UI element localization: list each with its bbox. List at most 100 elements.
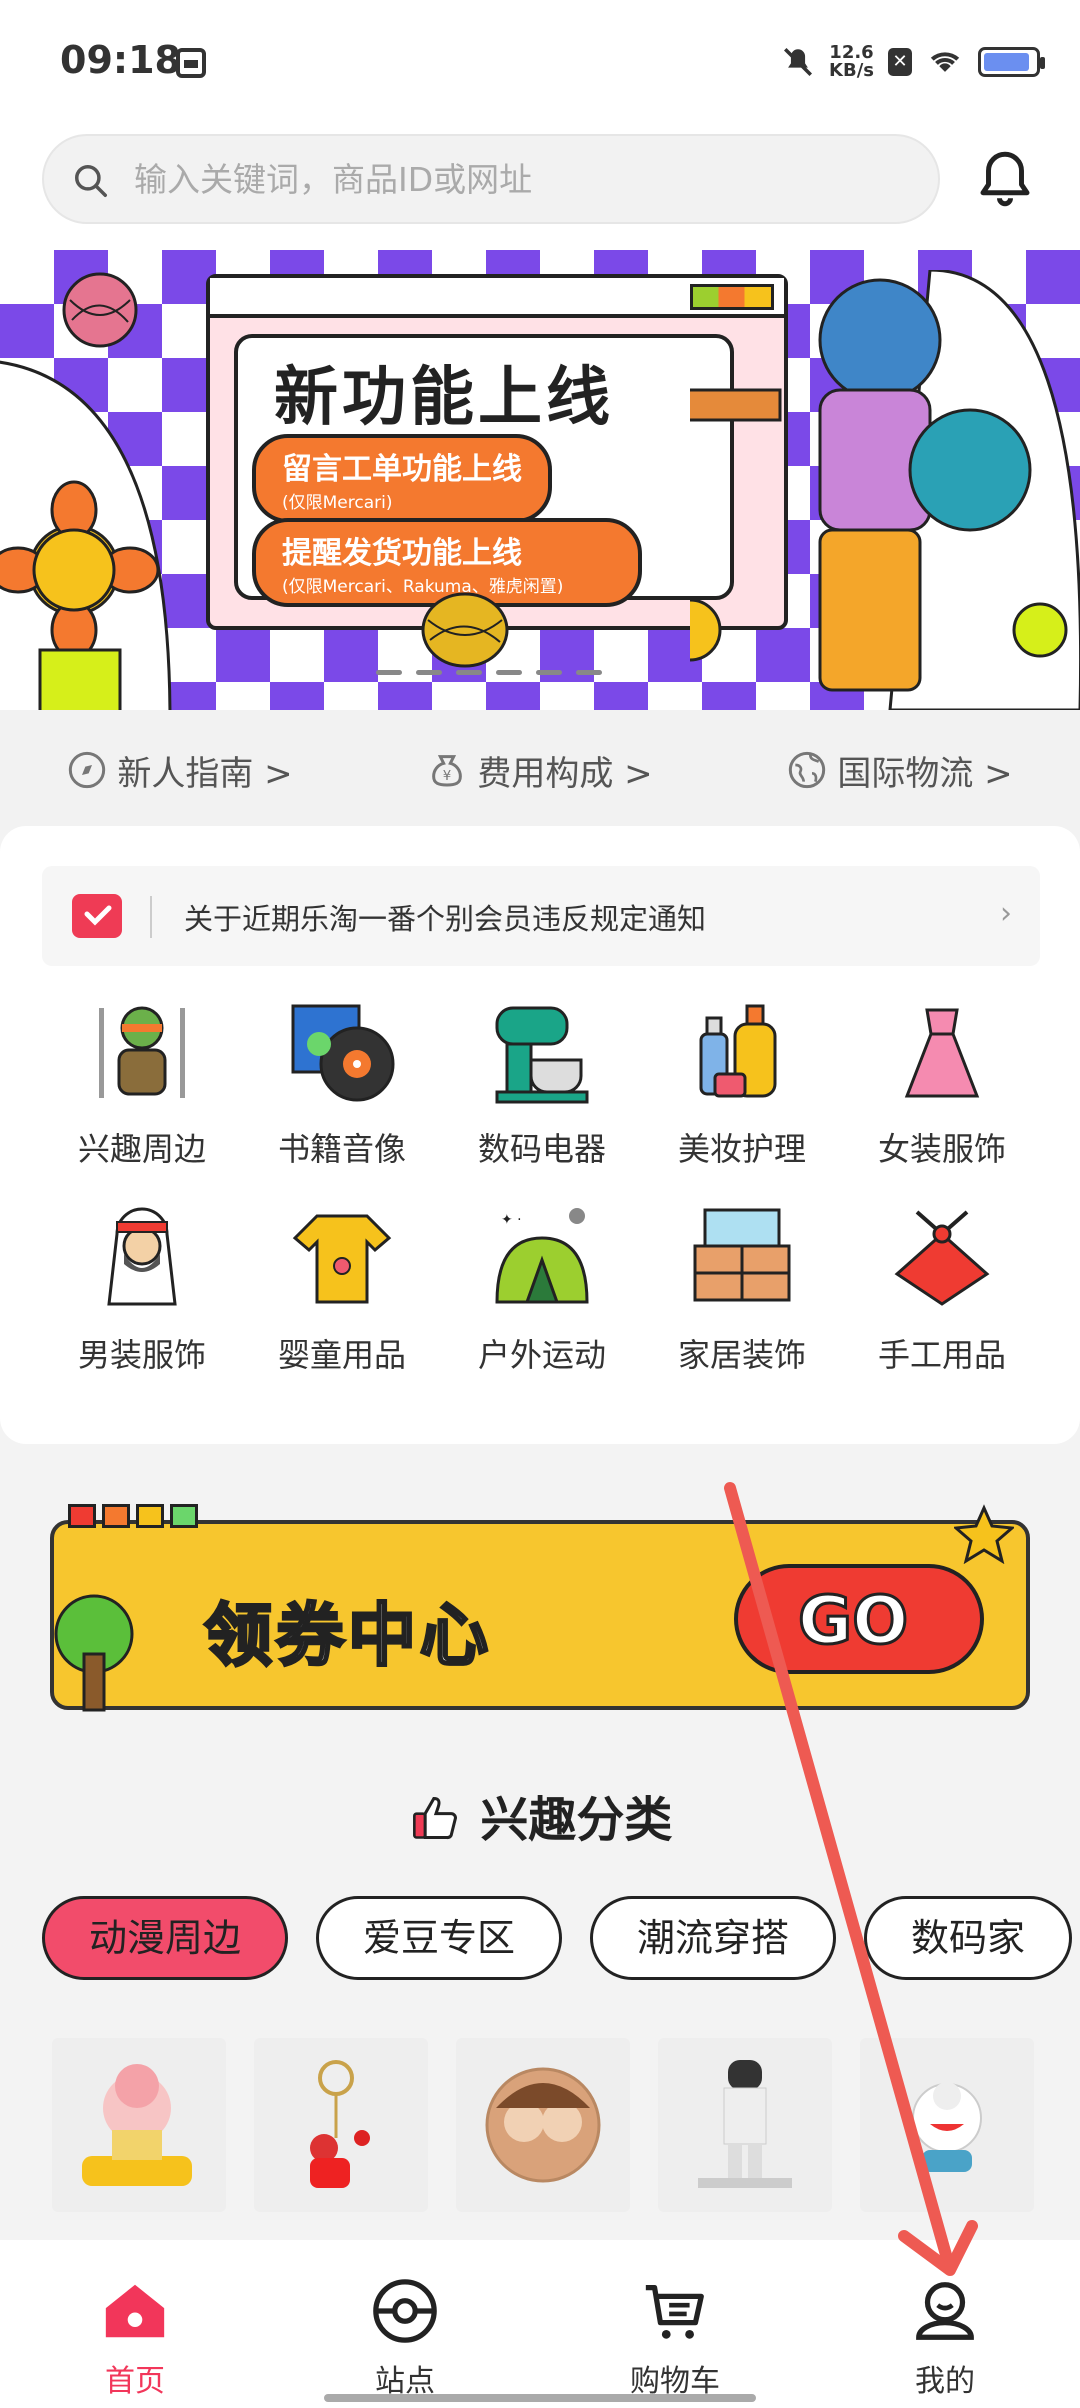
dresser-icon	[693, 1208, 791, 1302]
acrylic-stand-image	[698, 2060, 792, 2188]
pixel-blocks-decoration	[68, 1504, 198, 1528]
pagination-dot[interactable]	[456, 670, 482, 675]
coupon-go-label: GO	[796, 1581, 909, 1661]
mixer-icon	[495, 1006, 589, 1104]
yarn-ball-icon	[62, 272, 138, 348]
category-label: 兴趣周边	[77, 1130, 206, 1168]
no-sim-icon: ✕	[888, 48, 912, 76]
category-label: 手工用品	[877, 1336, 1006, 1374]
category-item[interactable]: ✦ · 户外运动	[442, 1204, 642, 1376]
notification-bell-icon[interactable]	[972, 144, 1038, 214]
profile-icon	[916, 2282, 974, 2340]
coupon-title: 领券中心	[202, 1596, 493, 1678]
cosmetics-icon	[699, 1004, 777, 1098]
quick-link-fees[interactable]: ¥ 费用构成 >	[427, 746, 653, 795]
figure-icon	[99, 1006, 185, 1098]
network-speed: 12.6 KB/s	[829, 44, 874, 80]
tab-mine[interactable]: 我的	[845, 2240, 1045, 2408]
category-label: 户外运动	[477, 1336, 606, 1374]
pokeball-icon	[373, 2279, 437, 2343]
pagination-dot[interactable]	[376, 670, 402, 675]
interest-title-text: 兴趣分类	[480, 1792, 673, 1848]
search-icon	[75, 165, 107, 197]
home-indicator[interactable]	[324, 2394, 756, 2402]
badge-image	[485, 2067, 601, 2183]
category-label: 婴童用品	[277, 1336, 406, 1374]
money-bag-icon: ¥	[432, 755, 463, 787]
tree-icon	[54, 1594, 134, 1712]
character-doll-image	[912, 2082, 982, 2172]
banner-pill-1: 留言工单功能上线 (仅限Mercari)	[252, 434, 552, 523]
chip-digital[interactable]: 数码家	[864, 1896, 1073, 1980]
search-input[interactable]	[134, 136, 914, 222]
compass-icon	[69, 751, 106, 789]
figurine-image	[82, 2064, 192, 2186]
category-label: 书籍音像	[277, 1130, 406, 1168]
flower-illustration	[0, 360, 172, 710]
tent-icon: ✦ ·	[495, 1208, 589, 1304]
product-thumbnail[interactable]	[52, 2038, 226, 2212]
category-item[interactable]: 婴童用品	[242, 1204, 442, 1376]
quick-link-logistics[interactable]: 国际物流 >	[787, 746, 1013, 795]
notice-icon	[72, 894, 122, 938]
thumbs-up-icon	[412, 1796, 457, 1840]
net-speed-unit: KB/s	[829, 60, 874, 81]
promo-banner[interactable]: 新功能上线 留言工单功能上线 (仅限Mercari) 提醒发货功能上线 (仅限M…	[0, 250, 1080, 710]
product-thumbnail[interactable]	[860, 2038, 1034, 2212]
category-item[interactable]: 家居装饰	[642, 1204, 842, 1376]
category-item[interactable]: 兴趣周边	[42, 998, 242, 1170]
baby-clothes-icon	[292, 1214, 392, 1304]
tab-home-label: 首页	[105, 2364, 165, 2399]
product-thumbnail[interactable]	[658, 2038, 832, 2212]
category-item[interactable]: 手工用品	[842, 1204, 1042, 1376]
record-icon	[291, 1004, 395, 1102]
category-label: 男装服饰	[77, 1336, 206, 1374]
banner-pill-1-note: (仅限Mercari)	[282, 493, 393, 513]
chip-idol[interactable]: 爱豆专区	[316, 1896, 563, 1980]
chevron-right-icon: ›	[1000, 896, 1012, 931]
status-bar: 09:18 12.6 KB/s ✕	[0, 0, 1080, 126]
star-icon	[954, 1504, 1014, 1564]
tab-home[interactable]: 首页	[35, 2240, 235, 2408]
svg-text:✦ ·: ✦ ·	[501, 1212, 522, 1228]
globe-icon	[789, 751, 826, 789]
cart-icon	[645, 2285, 704, 2339]
category-label: 美妆护理	[677, 1130, 806, 1168]
chip-fashion[interactable]: 潮流穿搭	[590, 1896, 837, 1980]
category-item[interactable]: 男装服饰	[42, 1204, 242, 1376]
banner-title: 新功能上线	[274, 361, 614, 435]
notice-bar[interactable]: 关于近期乐淘一番个别会员违反规定通知 ›	[42, 866, 1040, 966]
bottom-tab-bar: 首页 站点 购物车 我的	[0, 2240, 1080, 2408]
banner-pill-1-text: 留言工单功能上线	[282, 452, 522, 487]
battery-icon	[978, 47, 1045, 77]
coupon-center-banner[interactable]: 领券中心 GO	[50, 1504, 1030, 1712]
quick-link-guide[interactable]: 新人指南 >	[67, 746, 293, 795]
notice-text: 关于近期乐淘一番个别会员违反规定通知	[184, 902, 707, 936]
yarn-ball-icon-2	[421, 592, 509, 668]
category-item[interactable]: 书籍音像	[242, 998, 442, 1170]
coupon-go-button[interactable]: GO	[734, 1564, 984, 1674]
quick-links: 新人指南 > ¥ 费用构成 > 国际物流 >	[0, 710, 1080, 830]
tab-site[interactable]: 站点	[305, 2240, 505, 2408]
header	[0, 126, 1080, 250]
pagination-dot[interactable]	[416, 670, 442, 675]
pagination-dot[interactable]	[536, 670, 562, 675]
search-bar[interactable]	[42, 134, 940, 224]
man-icon	[107, 1207, 177, 1306]
category-label: 女装服饰	[877, 1130, 1006, 1168]
chip-anime[interactable]: 动漫周边	[42, 1896, 289, 1980]
pagination-dot[interactable]	[496, 670, 522, 675]
wifi-icon	[930, 52, 960, 72]
tab-cart[interactable]: 购物车	[575, 2240, 775, 2408]
category-grid: 兴趣周边 书籍音像 数码电器 美妆护理 女装服饰 男装服饰 婴童用品 ✦ · 户	[42, 998, 1042, 1376]
category-item[interactable]: 美妆护理	[642, 998, 842, 1170]
product-thumbnail[interactable]	[254, 2038, 428, 2212]
category-item[interactable]: 女装服饰	[842, 998, 1042, 1170]
quick-link-fees-label: 费用构成 >	[477, 753, 653, 794]
banner-pagination	[376, 670, 602, 675]
category-item[interactable]: 数码电器	[442, 998, 642, 1170]
pagination-dot[interactable]	[576, 670, 602, 675]
character-illustration	[690, 270, 1080, 710]
notice-divider	[150, 896, 152, 938]
product-thumbnail[interactable]	[456, 2038, 630, 2212]
